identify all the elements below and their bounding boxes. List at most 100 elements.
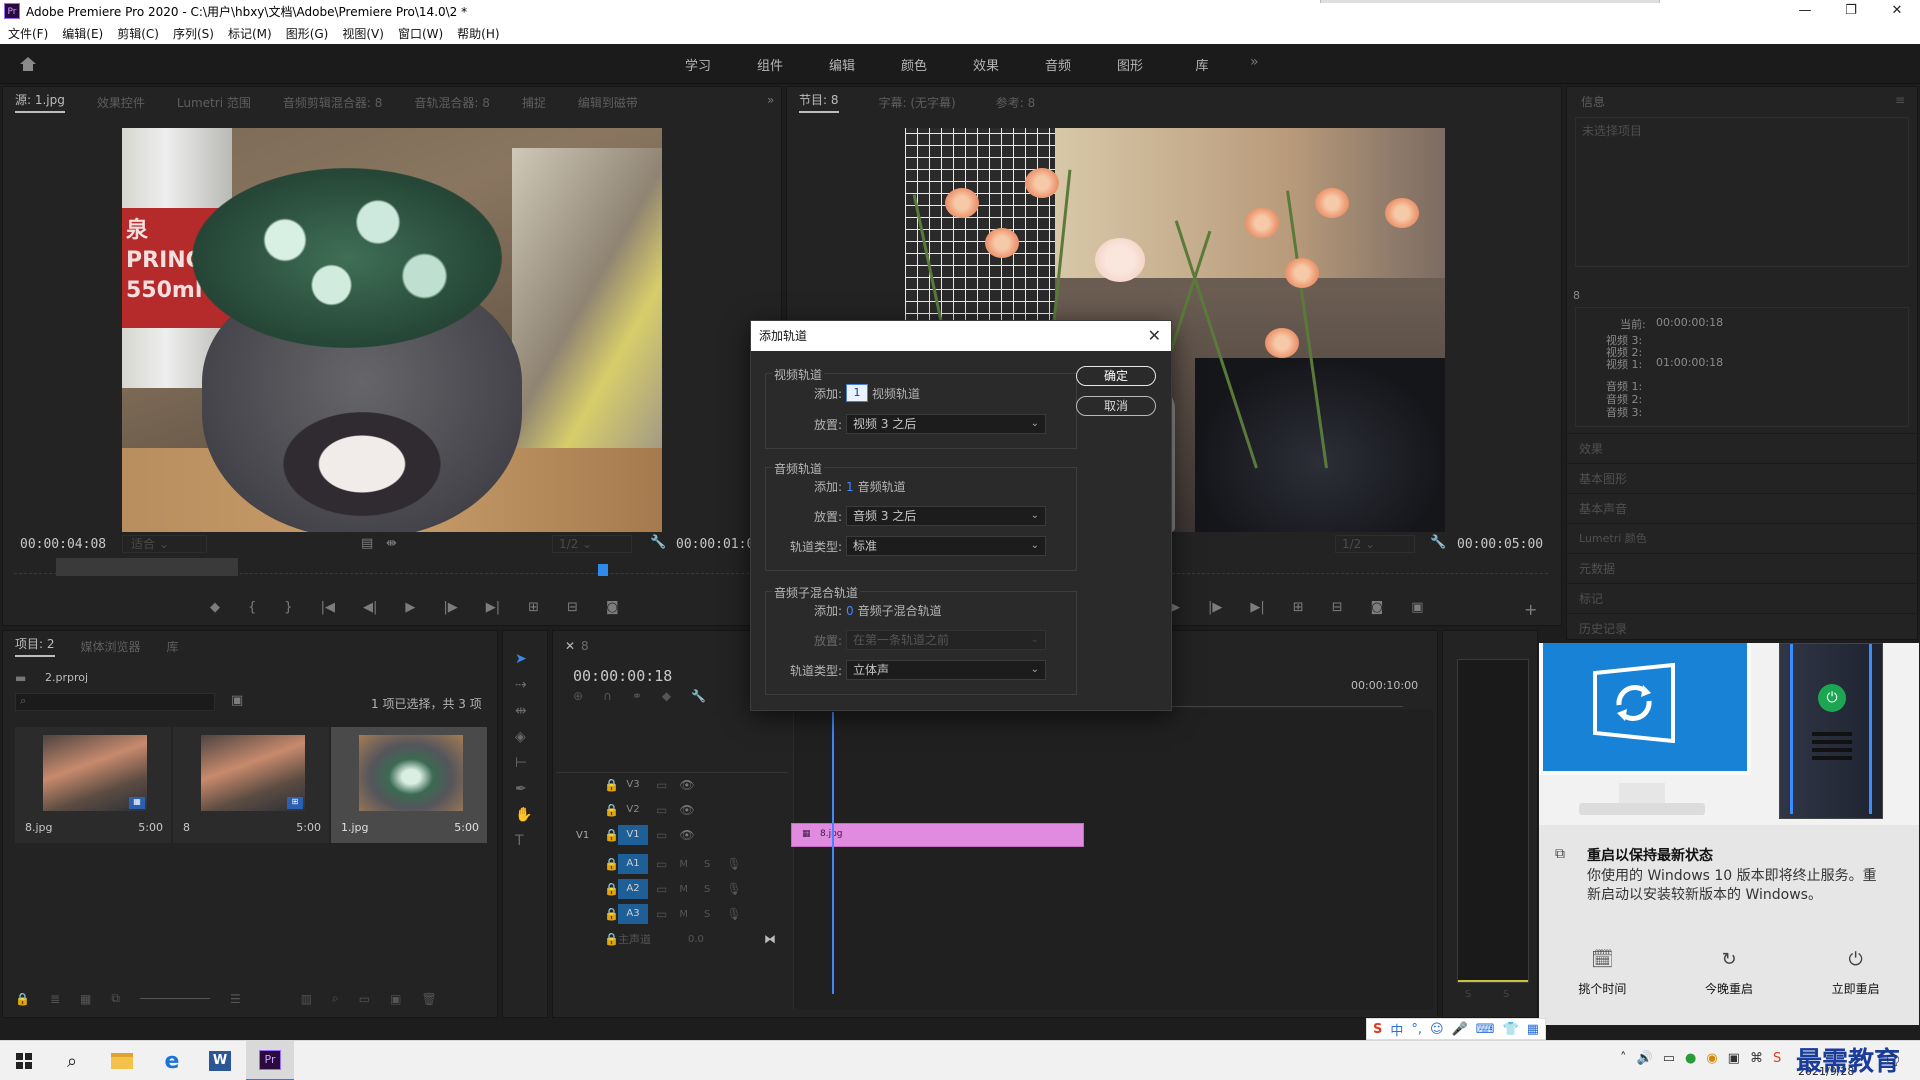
button-editor-icon[interactable]: + — [1524, 600, 1537, 619]
project-item-selected[interactable]: 1.jpg 5:00 — [331, 727, 487, 843]
mute-button[interactable]: M — [679, 909, 688, 920]
program-resolution-dropdown[interactable]: 1/2 ⌄ — [1335, 535, 1415, 553]
panel-essential-sound[interactable]: 基本声音 — [1567, 493, 1917, 523]
master-volume-value[interactable]: 0.0 — [688, 934, 704, 945]
add-marker-icon[interactable]: ◆ — [210, 600, 220, 615]
maximize-button[interactable]: ❐ — [1828, 0, 1874, 22]
close-window-button[interactable]: ✕ — [1874, 0, 1920, 22]
tab-captions[interactable]: 字幕: (无字幕) — [879, 94, 956, 111]
freeform-view-icon[interactable]: ⧉ — [111, 991, 120, 1006]
track-target-v3[interactable]: V3 — [618, 775, 648, 795]
ime-voice-icon[interactable]: 🎤 — [1452, 1022, 1468, 1037]
menu-edit[interactable]: 编辑(E) — [62, 25, 103, 42]
menu-clip[interactable]: 剪辑(C) — [117, 25, 159, 42]
timeline-settings-icon[interactable]: 🔧 — [691, 689, 706, 703]
solo-button[interactable]: S — [704, 859, 710, 870]
workspace-learn[interactable]: 学习 — [662, 55, 734, 74]
meter-solo-right[interactable]: S — [1503, 989, 1509, 1000]
go-to-in-icon[interactable]: |◀ — [321, 600, 335, 615]
timeline-clip[interactable]: ▦ 8.jpg — [791, 823, 1084, 847]
audio-add-count[interactable]: 1 — [846, 480, 854, 494]
selection-tool-icon[interactable]: ➤ — [515, 651, 532, 667]
audio-placement-dropdown[interactable]: 音频 3 之后 ⌄ — [846, 506, 1046, 526]
track-lock-icon[interactable]: 🔒 — [604, 882, 619, 896]
track-target-v1[interactable]: V1 — [618, 825, 648, 845]
cancel-button[interactable]: 取消 — [1076, 396, 1156, 416]
clear-icon[interactable]: 🗑 — [421, 992, 436, 1006]
drag-audio-icon[interactable]: ⇼ — [386, 536, 397, 551]
zoom-slider[interactable] — [139, 998, 210, 999]
info-menu-icon[interactable]: ≡ — [1895, 93, 1905, 107]
source-patch-v1[interactable]: V1 — [556, 830, 589, 841]
mark-out-icon[interactable]: } — [284, 600, 292, 615]
tab-libraries[interactable]: 库 — [167, 638, 179, 655]
voiceover-mic-icon[interactable]: 🎙 — [726, 857, 741, 871]
tray-overflow-icon[interactable]: ˄ — [1620, 1051, 1627, 1066]
track-lock-icon[interactable]: 🔒 — [604, 803, 619, 817]
premiere-taskbar-button[interactable]: Pr — [246, 1041, 294, 1080]
minimize-button[interactable]: — — [1782, 0, 1828, 22]
file-explorer-button[interactable] — [98, 1041, 146, 1080]
panel-history[interactable]: 历史记录 — [1567, 613, 1917, 643]
overwrite-icon[interactable]: ⊟ — [567, 600, 578, 615]
timeline-timecode[interactable]: 00:00:00:18 — [573, 667, 672, 685]
source-in-out-range[interactable] — [56, 558, 238, 576]
timeline-close-icon[interactable]: ✕ — [565, 639, 575, 653]
workspace-assembly[interactable]: 组件 — [734, 55, 806, 74]
menu-view[interactable]: 视图(V) — [342, 25, 384, 42]
toggle-sync-icon[interactable]: ▭ — [656, 907, 667, 921]
ime-tools-icon[interactable]: ▦ — [1527, 1022, 1539, 1037]
menu-graphics[interactable]: 图形(G) — [286, 25, 329, 42]
panel-markers[interactable]: 标记 — [1567, 583, 1917, 613]
track-target-a3[interactable]: A3 — [618, 904, 648, 924]
play-icon[interactable]: ▶ — [405, 600, 415, 615]
extract-icon[interactable]: ⊟ — [1332, 600, 1343, 615]
restart-now-button[interactable]: ⏻ 立即重启 — [1792, 949, 1919, 997]
info-panel-title[interactable]: 信息 — [1581, 93, 1605, 110]
meter-solo-left[interactable]: S — [1465, 989, 1471, 1000]
lock-icon[interactable]: 🔒 — [15, 992, 30, 1006]
ime-emoji-icon[interactable]: ☺ — [1430, 1022, 1444, 1037]
toggle-sync-icon[interactable]: ▭ — [656, 882, 667, 896]
menu-marker[interactable]: 标记(M) — [228, 25, 272, 42]
menu-file[interactable]: 文件(F) — [8, 25, 48, 42]
program-time-ruler[interactable] — [1172, 560, 1548, 574]
video-add-count[interactable]: 1 — [846, 384, 868, 402]
export-frame-icon[interactable]: ◙ — [606, 600, 619, 615]
panel-metadata[interactable]: 元数据 — [1567, 553, 1917, 583]
project-item[interactable]: ▦ 8.jpg 5:00 — [15, 727, 171, 843]
pick-a-time-button[interactable]: 🗓 挑个时间 — [1539, 949, 1666, 997]
menu-sequence[interactable]: 序列(S) — [173, 25, 214, 42]
icon-view-icon[interactable]: ▦ — [80, 992, 91, 1006]
track-lock-icon[interactable]: 🔒 — [604, 907, 619, 921]
type-tool-icon[interactable]: T — [515, 833, 532, 849]
tab-program[interactable]: 节目: 8 — [799, 91, 839, 113]
hand-tool-icon[interactable]: ✋ — [515, 807, 532, 823]
panel-overflow-icon[interactable]: » — [767, 93, 774, 107]
snap-icon[interactable]: ∩ — [603, 689, 612, 703]
track-lock-icon[interactable]: 🔒 — [604, 857, 619, 871]
nest-icon[interactable]: ⊕ — [573, 689, 583, 703]
project-search-input[interactable]: ⌕ — [15, 693, 215, 711]
panel-lumetri-color[interactable]: Lumetri 颜色 — [1567, 523, 1917, 553]
track-eye-icon[interactable]: 👁 — [679, 828, 694, 842]
list-view-icon[interactable]: ≣ — [50, 992, 60, 1006]
video-placement-dropdown[interactable]: 视频 3 之后 ⌄ — [846, 414, 1046, 434]
timeline-playhead[interactable] — [832, 712, 834, 994]
slip-tool-icon[interactable]: ⊢ — [515, 755, 532, 771]
panel-effects[interactable]: 效果 — [1567, 433, 1917, 463]
workspace-graphics[interactable]: 图形 — [1094, 55, 1166, 74]
workspace-libraries[interactable]: 库 — [1166, 55, 1238, 74]
toggle-sync-icon[interactable]: ▭ — [656, 778, 667, 792]
step-back-icon[interactable]: ◀| — [363, 600, 377, 615]
timeline-tracks-area[interactable] — [793, 709, 1433, 1009]
tab-project[interactable]: 项目: 2 — [15, 635, 55, 657]
toggle-sync-icon[interactable]: ▭ — [656, 828, 667, 842]
track-target-a2[interactable]: A2 — [618, 879, 648, 899]
tray-app4-icon[interactable]: ⌘ — [1750, 1051, 1763, 1066]
source-playhead-icon[interactable] — [598, 564, 608, 576]
workspace-audio[interactable]: 音频 — [1022, 55, 1094, 74]
toggle-sync-icon[interactable]: ▭ — [656, 803, 667, 817]
volume-icon[interactable]: 🔊 — [1637, 1051, 1653, 1066]
program-go-to-out-icon[interactable]: ▶| — [1250, 600, 1264, 615]
